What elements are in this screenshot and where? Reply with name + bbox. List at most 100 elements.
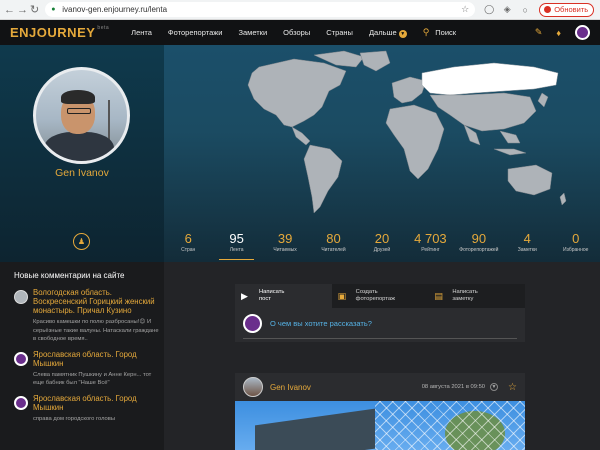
reload-icon[interactable]: ↻ [30,3,39,17]
user-avatar[interactable] [575,25,590,40]
profile-panel: Gen Ivanov ♟ [0,45,164,262]
tab-label-line1: Написать [259,289,285,295]
tab-write-post[interactable]: ▶ Написать пост [235,284,332,308]
note-icon: ▤ [434,290,443,301]
comment-post-link[interactable]: Вологодская область. Воскресенский Гориц… [33,288,163,315]
stat-number: 90 [471,231,487,246]
stat-friends[interactable]: 20 Друзей [358,231,406,262]
map-australia [507,164,553,196]
comment-text: справа дом городского головы [33,415,115,422]
comment-avatar[interactable] [14,395,28,410]
stat-number: 4 [523,231,531,246]
chevron-down-icon[interactable]: ▼ [490,383,499,391]
logo-text: ENJOURNEY [10,25,96,40]
map-russia-visited [421,62,559,96]
map-africa [385,104,445,180]
search-label: Поиск [435,28,457,37]
comment-text: Слева памятник Пушкину и Анне Керн... то… [33,371,152,387]
profile-photo[interactable] [33,67,130,164]
site-logo[interactable]: ENJOURNEY beta [10,25,109,40]
shield-icon[interactable]: ◈ [501,4,513,16]
nav-item-countries[interactable]: Страны [326,28,353,38]
bell-icon[interactable]: ♦ [556,28,561,38]
browser-toolbar: ← → ↻ ● ivanov-gen.enjourney.ru/lenta ☆ … [0,0,600,20]
comment-text: Красиво камешки по полю разбросаны!😊 И с… [33,319,159,342]
stat-number: 39 [277,231,293,246]
post-date-text: 08 августа 2021 в 09:50 [421,384,486,390]
extensions-icon[interactable]: ◯ [483,4,495,16]
tab-write-note[interactable]: ▤ Написать заметку [428,284,526,308]
composer-prompt: О чем вы хотите рассказать? [270,319,372,328]
comment-post-link[interactable]: Ярославская область. Город Мышкин [33,394,163,412]
stat-number: 6 [184,231,192,246]
address-bar[interactable]: ● ivanov-gen.enjourney.ru/lenta ☆ [45,2,476,17]
stat-feed[interactable]: 95 Лента [212,231,260,262]
stat-following[interactable]: 39 Читаемых [261,231,309,262]
nav-item-notes[interactable]: Заметки [238,28,267,38]
comment-item: Ярославская область. Город Мышкин Слева … [14,350,164,388]
world-map-panel: 6 Стран 95 Лента 39 Читаемых 80 Читателей 20… [164,45,600,262]
main-menu: Лента Фоторепортажи Заметки Обзоры Стран… [131,28,423,38]
post-author-avatar[interactable] [243,377,263,397]
stat-label: Стран [181,247,196,253]
world-map[interactable] [164,45,600,231]
favorite-star-icon[interactable]: ☆ [508,382,517,393]
profile-stats: 6 Стран 95 Лента 39 Читаемых 80 Читателей 20… [164,231,600,262]
profile-icon[interactable]: ○ [519,4,531,16]
pencil-icon[interactable]: ✎ [535,27,543,38]
tab-label-line2: заметку [452,296,474,302]
stat-favorites[interactable]: 0 Избранное [552,231,600,262]
search-icon: ⚲ [422,27,430,37]
nav-item-photo-reports[interactable]: Фоторепортажи [168,28,223,38]
nav-item-more[interactable]: Дальше ▼ [369,28,407,38]
map-north-america [247,58,347,128]
comment-avatar[interactable] [14,351,28,366]
comment-avatar[interactable] [14,290,28,304]
back-arrow-icon[interactable]: ← [4,3,15,17]
tab-label-line1: Создать [355,289,378,295]
composer-input[interactable]: О чем вы хотите рассказать? [243,314,517,339]
search-button[interactable]: ⚲ Поиск [423,27,456,38]
comment-post-link[interactable]: Ярославская область. Город Мышкин [33,350,163,368]
tab-label-line2: пост [259,296,271,302]
tab-label-line2: фоторепортаж [355,296,395,302]
megaphone-icon: ▶ [241,290,248,301]
update-browser-button[interactable]: Обновить [539,2,595,17]
profile-name: Gen Ivanov [55,167,109,179]
stat-number: 4 703 [414,231,447,246]
composer-avatar [243,314,262,333]
bookmark-star-icon[interactable]: ☆ [461,4,469,15]
nav-item-reviews[interactable]: Обзоры [283,28,310,38]
stat-countries[interactable]: 6 Стран [164,231,212,262]
tab-create-photo-report[interactable]: ▣ Создать фоторепортаж [331,284,429,308]
post-author-name[interactable]: Gen Ivanov [270,383,311,392]
profile-person-icon[interactable]: ♟ [73,233,90,250]
profile-hero: Gen Ivanov ♟ 6 Стран 95 Лента 39 Читаемы… [0,45,600,262]
stat-notes[interactable]: 4 Заметки [503,231,551,262]
site-header: ENJOURNEY beta Лента Фоторепортажи Замет… [0,20,600,45]
stat-number: 20 [374,231,390,246]
forward-arrow-icon[interactable]: → [17,3,28,17]
feed-post: Gen Ivanov 08 августа 2021 в 09:50 ▼ ☆ [235,373,525,450]
nav-more-label: Дальше [368,27,397,37]
lock-icon: ● [51,5,56,13]
photo-icon: ▣ [337,290,347,301]
stat-readers[interactable]: 80 Читателей [309,231,357,262]
nav-item-feed[interactable]: Лента [131,28,152,38]
stat-rating[interactable]: 4 703 Рейтинг [406,231,454,262]
stat-label: Читаемых [273,247,297,253]
update-label: Обновить [554,5,589,14]
map-europe [391,76,427,104]
url-text: ivanov-gen.enjourney.ru/lenta [62,5,168,14]
feed-column: ▶ Написать пост ▣ Создать фоторепортаж ▤ Н… [164,262,600,450]
stat-photo-reports[interactable]: 90 Фоторепортажей [455,231,503,262]
post-image[interactable] [235,401,525,450]
stat-number: 0 [572,231,580,246]
post-date: 08 августа 2021 в 09:50 ▼ [421,383,499,391]
stat-label: Лента [229,247,244,253]
comment-item: Вологодская область. Воскресенский Гориц… [14,288,164,344]
comment-item: Ярославская область. Город Мышкин справа… [14,394,164,424]
stat-number: 80 [326,231,341,246]
stat-label: Друзей [373,247,391,253]
recent-comments-sidebar: Новые комментарии на сайте Вологодская о… [0,262,164,450]
